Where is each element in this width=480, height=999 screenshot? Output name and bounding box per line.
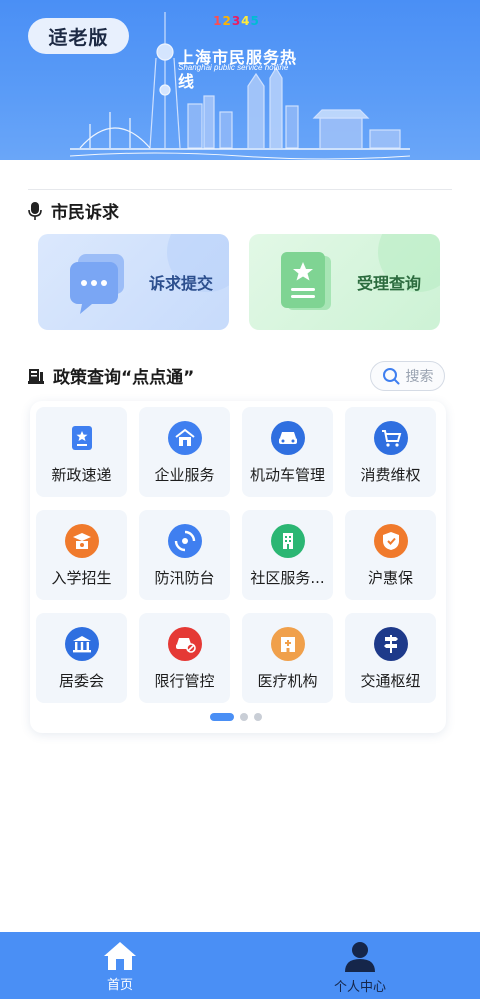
book-icon — [28, 368, 44, 384]
service-enterprise[interactable]: 企业服务 — [139, 407, 230, 497]
policy-section-title: 政策查询“点点通” — [28, 363, 194, 388]
hotline-subtitle: Shanghai public service hotline — [178, 63, 289, 72]
cart-icon — [373, 421, 408, 455]
service-label: 居委会 — [58, 672, 104, 690]
chat-bubble-icon — [70, 254, 124, 314]
page-dot-active[interactable] — [210, 713, 234, 721]
nav-profile-label: 个人中心 — [333, 980, 386, 995]
nav-home-label: 首页 — [106, 978, 133, 993]
service-label: 交通枢纽 — [360, 672, 421, 690]
service-vehicle[interactable]: 机动车管理 — [242, 407, 333, 497]
school-icon — [64, 524, 99, 558]
shield-icon — [373, 524, 408, 558]
service-label: 入学招生 — [51, 569, 112, 587]
service-consumer-rights[interactable]: 消费维权 — [345, 407, 436, 497]
hotline-digit: 3 — [231, 14, 241, 28]
hotline-digit: 2 — [222, 14, 231, 28]
home-icon — [104, 942, 136, 970]
building-icon — [167, 421, 202, 455]
signpost-icon — [373, 627, 408, 661]
policy-services-panel: 新政速递 企业服务 机动车管理 消费维权 入学招生 防汛防台 社区服务... 沪… — [30, 401, 446, 733]
service-label: 限行管控 — [154, 672, 215, 690]
service-label: 新政速递 — [51, 466, 112, 484]
hotline-digit: 1 — [213, 14, 222, 28]
bottom-navigation: 首页 个人中心 — [0, 932, 480, 999]
policy-search-button[interactable]: 搜索 — [370, 361, 445, 391]
service-huhuibao[interactable]: 沪惠保 — [345, 510, 436, 600]
service-enrollment[interactable]: 入学招生 — [36, 510, 127, 600]
service-label: 医疗机构 — [257, 672, 318, 690]
service-label: 企业服务 — [154, 466, 215, 484]
car-icon — [270, 421, 305, 455]
search-icon — [382, 368, 399, 385]
typhoon-icon — [167, 524, 202, 558]
service-grid: 新政速递 企业服务 机动车管理 消费维权 入学招生 防汛防台 社区服务... 沪… — [36, 407, 440, 703]
header-banner: 适老版 1 2 3 4 5 上海市民服务热线 Shanghai public s… — [0, 0, 480, 160]
microphone-icon — [28, 201, 42, 220]
service-label: 机动车管理 — [249, 466, 325, 484]
section-divider — [28, 189, 452, 190]
service-community[interactable]: 社区服务... — [242, 510, 333, 600]
page-indicator — [210, 713, 262, 721]
nav-profile[interactable]: 个人中心 — [240, 932, 480, 999]
appeal-section-label: 市民诉求 — [51, 203, 119, 223]
service-label: 防汛防台 — [154, 569, 215, 587]
hotline-digit: 4 — [241, 14, 250, 28]
page-dot[interactable] — [240, 713, 248, 721]
service-medical[interactable]: 医疗机构 — [242, 613, 333, 703]
search-label: 搜索 — [405, 369, 434, 385]
page-dot[interactable] — [254, 713, 262, 721]
hotline-digit: 5 — [250, 14, 259, 28]
query-acceptance-card[interactable]: 受理查询 — [249, 234, 440, 330]
hotline-12345-badge: 1 2 3 4 5 — [209, 12, 263, 30]
service-label: 社区服务... — [250, 569, 325, 587]
service-label: 消费维权 — [360, 466, 421, 484]
committee-icon — [64, 627, 99, 661]
service-new-policy[interactable]: 新政速递 — [36, 407, 127, 497]
submit-appeal-card[interactable]: 诉求提交 — [38, 234, 229, 330]
service-traffic-restriction[interactable]: 限行管控 — [139, 613, 230, 703]
service-label: 沪惠保 — [367, 569, 413, 587]
service-flood-control[interactable]: 防汛防台 — [139, 510, 230, 600]
news-star-icon — [65, 421, 99, 455]
submit-appeal-label: 诉求提交 — [149, 274, 214, 293]
elder-mode-button[interactable]: 适老版 — [28, 18, 129, 54]
hospital-icon — [270, 627, 305, 661]
document-star-icon — [281, 252, 331, 310]
service-transport-hub[interactable]: 交通枢纽 — [345, 613, 436, 703]
service-residents-committee[interactable]: 居委会 — [36, 613, 127, 703]
policy-section-label: 政策查询“点点通” — [53, 368, 195, 388]
nav-home[interactable]: 首页 — [0, 932, 240, 999]
restricted-car-icon — [167, 627, 202, 661]
community-icon — [270, 524, 305, 558]
user-icon — [345, 942, 375, 972]
query-acceptance-label: 受理查询 — [357, 274, 422, 293]
appeal-section-title: 市民诉求 — [28, 198, 119, 223]
